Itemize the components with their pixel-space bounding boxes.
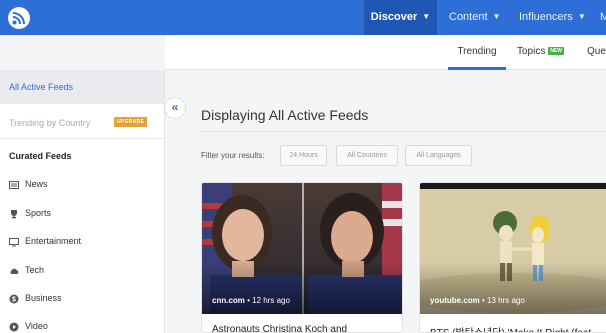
sidebar-item-sports[interactable]: Sports	[9, 208, 51, 222]
sidebar-item-trending-by-country[interactable]: Trending by Country	[9, 118, 90, 128]
double-chevron-left-icon[interactable]: «	[164, 97, 186, 119]
top-navigation-bar: Discover ▼ Content ▼ Influencers ▼ M	[0, 0, 606, 35]
sub-navigation: Trending TopicsNEW Ques	[165, 35, 606, 70]
card-time: • 12 hrs ago	[244, 296, 290, 305]
cloud-icon	[9, 266, 19, 276]
tab-trending-label: Trending	[457, 46, 497, 57]
filter-all-languages-button[interactable]: All Languages	[405, 145, 472, 166]
tab-questions[interactable]: Ques	[587, 35, 606, 70]
upgrade-badge[interactable]: UPGRADE	[114, 117, 148, 127]
chevron-down-icon: ▼	[577, 12, 586, 21]
sidebar-item-business[interactable]: $ Business	[9, 293, 62, 307]
nav-content[interactable]: Content ▼	[449, 0, 500, 35]
nav-discover-label: Discover	[370, 11, 418, 23]
sidebar-item-all-active-feeds[interactable]: All Active Feeds	[0, 70, 164, 104]
newspaper-icon	[9, 180, 19, 190]
sidebar-item-label: All Active Feeds	[9, 82, 74, 92]
sidebar-item-label: Video	[25, 321, 48, 331]
curated-feeds-heading: Curated Feeds	[9, 151, 72, 161]
nav-influencers-label: Influencers	[519, 11, 573, 23]
feed-card[interactable]: cnn.com • 12 hrs ago Astronauts Christin…	[201, 182, 403, 333]
tab-topics-label: Topics	[517, 46, 546, 57]
page-title: Displaying All Active Feeds	[201, 107, 369, 123]
tab-topics[interactable]: Topics NEW	[517, 35, 565, 70]
divider	[201, 131, 606, 132]
card-title[interactable]: Astronauts Christina Koch and	[212, 324, 347, 332]
card-meta: youtube.com • 13 hrs ago	[430, 296, 525, 305]
feed-card[interactable]: youtube.com • 13 hrs ago BTS (방탄소년단) 'Ma…	[419, 182, 606, 333]
sidebar-item-tech[interactable]: Tech	[9, 265, 44, 279]
card-meta: cnn.com • 12 hrs ago	[212, 296, 290, 305]
chevron-down-icon: ▼	[492, 12, 501, 21]
card-source: youtube.com	[430, 296, 480, 305]
sidebar-item-label: Sports	[25, 208, 52, 218]
sidebar-item-label: News	[25, 179, 48, 189]
tab-questions-label: Ques	[587, 46, 606, 57]
card-title[interactable]: BTS (방탄소년단) 'Make It Right (feat.	[430, 324, 594, 332]
filter-label: Filter your results:	[201, 151, 265, 160]
astronauts-photo	[202, 183, 402, 314]
tab-trending[interactable]: Trending	[448, 35, 506, 70]
sidebar-item-label: Business	[25, 293, 62, 303]
filter-24-hours-button[interactable]: 24 Hours	[280, 145, 327, 166]
sidebar-item-label: Entertainment	[25, 236, 82, 246]
card-time: • 13 hrs ago	[479, 296, 525, 305]
play-icon	[9, 322, 19, 332]
nav-influencers[interactable]: Influencers ▼	[519, 0, 586, 35]
video-thumbnail	[420, 183, 606, 314]
rss-logo-icon[interactable]	[8, 7, 30, 29]
tv-icon	[9, 237, 19, 247]
sidebar-item-entertainment[interactable]: Entertainment	[9, 236, 81, 250]
sidebar-item-news[interactable]: News	[9, 179, 48, 193]
nav-more[interactable]: M	[600, 0, 606, 35]
nav-discover[interactable]: Discover ▼	[364, 0, 437, 35]
divider	[0, 138, 164, 139]
svg-text:$: $	[12, 296, 16, 303]
nav-more-label: M	[600, 11, 606, 23]
sidebar-item-video[interactable]: Video	[9, 321, 48, 333]
nav-content-label: Content	[449, 11, 488, 23]
sidebar-item-label: Tech	[25, 265, 45, 275]
trophy-icon	[9, 209, 19, 219]
new-badge: NEW	[548, 47, 565, 55]
dollar-icon: $	[9, 294, 19, 304]
card-source: cnn.com	[212, 296, 245, 305]
filter-all-countries-button[interactable]: All Countries	[336, 145, 398, 166]
sidebar: All Active Feeds Trending by Country UPG…	[0, 70, 165, 333]
chevron-down-icon: ▼	[422, 12, 431, 21]
